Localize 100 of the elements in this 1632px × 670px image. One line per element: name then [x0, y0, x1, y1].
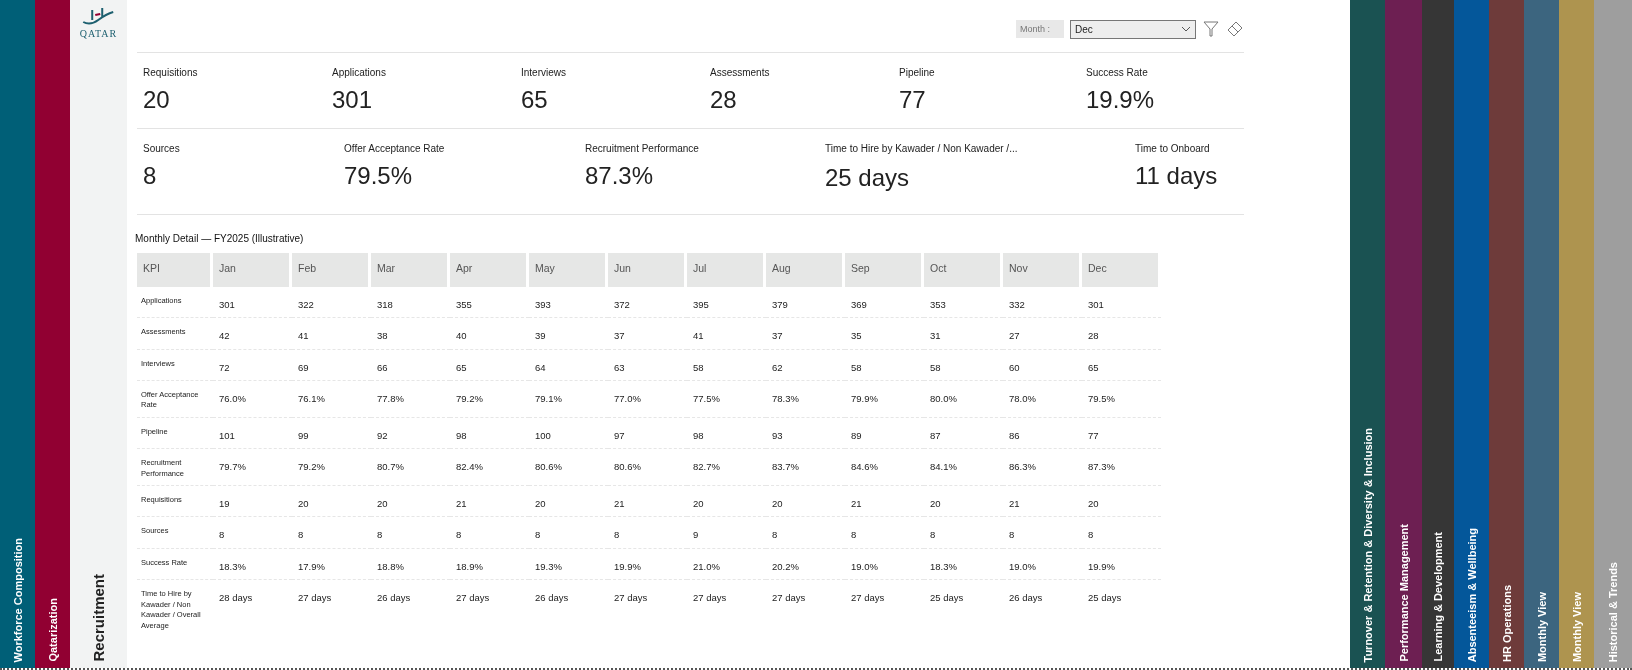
- table-cell: 100: [529, 417, 608, 450]
- kpi-label: Offer Acceptance Rate: [344, 143, 445, 154]
- table-cell: 87: [924, 417, 1003, 450]
- table-cell: 63: [608, 349, 687, 381]
- table-cell: 322: [292, 287, 371, 319]
- kpi-label: Applications: [332, 67, 386, 78]
- table-cell: 92: [371, 417, 450, 450]
- table-cell: 41: [292, 318, 371, 350]
- navigation-tab[interactable]: Absenteeism & Wellbeing: [1454, 0, 1489, 668]
- table-cell: 84.6%: [845, 449, 924, 487]
- navigation-tab[interactable]: Monthly View: [1524, 0, 1559, 668]
- column-header: Jul: [687, 253, 766, 287]
- table-cell: 8: [213, 517, 292, 549]
- table-cell: 37: [766, 318, 845, 350]
- table-cell: 79.5%: [1082, 380, 1161, 418]
- kpi-label: Assessments: [710, 67, 770, 78]
- navigation-tab[interactable]: Learning & Development: [1422, 0, 1454, 668]
- table-cell: 27 days: [687, 580, 766, 633]
- table-cell: 83.7%: [766, 449, 845, 487]
- table-cell: 93: [766, 417, 845, 450]
- table-cell: 37: [608, 318, 687, 350]
- table-cell: 301: [1082, 287, 1161, 319]
- table-cell: 393: [529, 287, 608, 319]
- kpi-value: 301: [332, 86, 373, 114]
- table-cell: 26 days: [1003, 580, 1082, 633]
- table-cell: 58: [924, 349, 1003, 381]
- table-cell: 18.8%: [371, 548, 450, 581]
- filter-icon[interactable]: [1202, 20, 1220, 38]
- table-cell: 18.3%: [213, 548, 292, 581]
- table-cell: 379: [766, 287, 845, 319]
- table-cell: 82.7%: [687, 449, 766, 487]
- column-header: Oct: [924, 253, 1003, 287]
- table-cell: 19.3%: [529, 548, 608, 581]
- month-dropdown[interactable]: Dec: [1070, 19, 1196, 39]
- table-cell: 62: [766, 349, 845, 381]
- navigation-tab[interactable]: Qatarization: [35, 0, 70, 668]
- table-cell: 27 days: [766, 580, 845, 633]
- table-cell: 31: [924, 318, 1003, 350]
- table-cell: 19.9%: [1082, 548, 1161, 581]
- table-cell: 21: [1003, 486, 1082, 518]
- navigation-tab[interactable]: Workforce Composition: [0, 0, 35, 668]
- navigation-tab[interactable]: Turnover & Retention & Diversity & Inclusion: [1350, 0, 1385, 668]
- kpi-value: 25 days: [825, 164, 910, 192]
- table-cell: 25 days: [924, 580, 1003, 633]
- table-cell: 8: [766, 517, 845, 549]
- table-cell: 79.9%: [845, 380, 924, 418]
- table-cell: 79.2%: [292, 449, 371, 487]
- table-cell: 79.2%: [450, 380, 529, 418]
- table-cell: 8: [845, 517, 924, 549]
- table-cell: 8: [529, 517, 608, 549]
- kpi-value: 87.3%: [585, 162, 654, 190]
- column-header: Feb: [292, 253, 371, 287]
- table-cell: 17.9%: [292, 548, 371, 581]
- table-cell: 72: [213, 349, 292, 381]
- kpi-value: 65: [521, 86, 548, 114]
- table-cell: 318: [371, 287, 450, 319]
- table-cell: 27: [1003, 318, 1082, 350]
- column-header: Aug: [766, 253, 845, 287]
- logo: QATAR: [79, 6, 118, 39]
- table-cell: 19.0%: [845, 548, 924, 581]
- table-cell: 332: [1003, 287, 1082, 319]
- table-cell: 69: [292, 349, 371, 381]
- table-cell: 77: [1082, 417, 1161, 450]
- kpi-label: Requisitions: [143, 67, 198, 78]
- column-header: Mar: [371, 253, 450, 287]
- kpi-label: Interviews: [521, 67, 566, 78]
- table-cell: 84.1%: [924, 449, 1003, 487]
- column-header: May: [529, 253, 608, 287]
- table-cell: 8: [608, 517, 687, 549]
- table-cell: 18.9%: [450, 548, 529, 581]
- table-cell: 80.0%: [924, 380, 1003, 418]
- table-cell: 8: [450, 517, 529, 549]
- table-cell: 66: [371, 349, 450, 381]
- table-cell: 76.1%: [292, 380, 371, 418]
- table-cell: 8: [371, 517, 450, 549]
- table-cell: 27 days: [608, 580, 687, 633]
- table-cell: 65: [450, 349, 529, 381]
- table-cell: 101: [213, 417, 292, 450]
- table-cell: 19.9%: [608, 548, 687, 581]
- table-cell: 8: [1003, 517, 1082, 549]
- table-cell: 21: [845, 486, 924, 518]
- table-cell: 77.8%: [371, 380, 450, 418]
- table-cell: 26 days: [529, 580, 608, 633]
- table-cell: 20: [766, 486, 845, 518]
- table-cell: 80.6%: [608, 449, 687, 487]
- kpi-label: Recruitment Performance: [585, 143, 699, 154]
- table-cell: 60: [1003, 349, 1082, 381]
- table-cell: 77.5%: [687, 380, 766, 418]
- column-header: Sep: [845, 253, 924, 287]
- kpi-value: 20: [143, 86, 170, 114]
- table-cell: 20: [687, 486, 766, 518]
- table-cell: 21: [450, 486, 529, 518]
- table-cell: 19: [213, 486, 292, 518]
- table-cell: 20: [371, 486, 450, 518]
- navigation-tab[interactable]: Performance Management: [1385, 0, 1422, 668]
- navigation-tab[interactable]: HR Operations: [1489, 0, 1524, 668]
- table-cell: 25 days: [1082, 580, 1161, 633]
- eraser-icon[interactable]: [1226, 20, 1244, 38]
- table-cell: 21.0%: [687, 548, 766, 581]
- table-cell: 58: [845, 349, 924, 381]
